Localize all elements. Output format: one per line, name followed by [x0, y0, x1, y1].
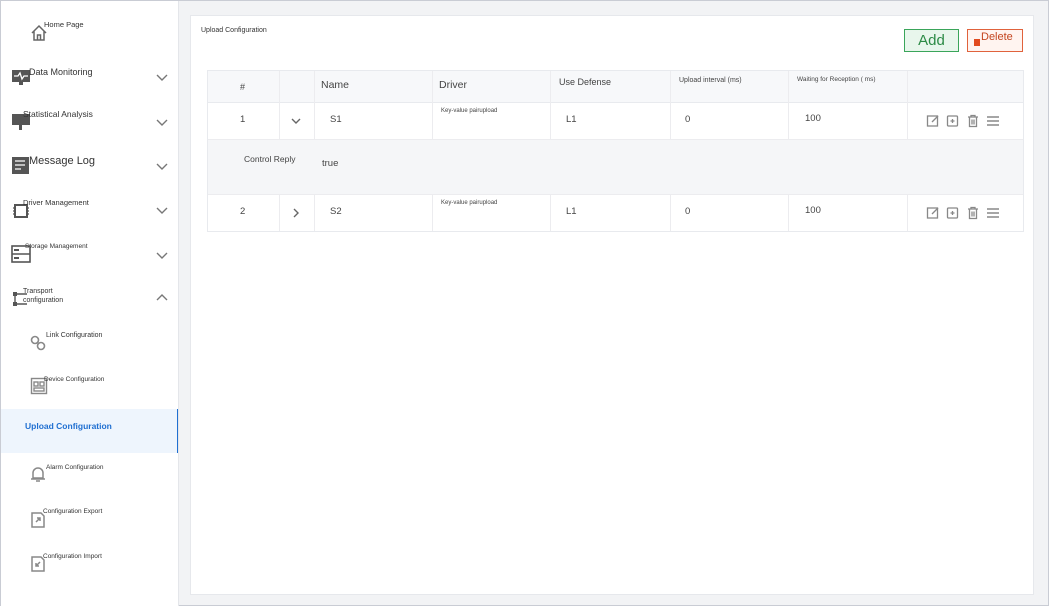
sidebar: Home Page Data Monitoring Statistical An… [1, 1, 179, 606]
chevron-down-icon[interactable] [155, 248, 169, 262]
trash-icon[interactable] [966, 114, 980, 128]
row-actions [926, 206, 1000, 220]
row-name: S1 [330, 114, 342, 125]
sidebar-item-label: Transport configuration [23, 288, 64, 304]
table-header-row: # Name Driver Use Defense Upload interva… [208, 71, 1023, 103]
main-panel: Upload Configuration Add Delete # Name D… [190, 15, 1034, 595]
sidebar-item-label: Home Page [44, 20, 84, 29]
header-index: # [240, 82, 246, 92]
header-waiting-reception: Waiting for Reception ( ms) [797, 76, 876, 83]
add-button[interactable]: Add [904, 29, 959, 52]
page-title: Upload Configuration [201, 27, 267, 34]
sidebar-item-driver-management[interactable]: Driver Management [1, 189, 178, 233]
column-divider [907, 71, 908, 139]
sidebar-subitem-device-configuration[interactable]: Device Configuration [1, 365, 178, 409]
sidebar-subitem-upload-configuration[interactable]: Upload Configuration [1, 409, 178, 453]
sidebar-item-message-log[interactable]: Message Log [1, 145, 178, 189]
column-divider [432, 71, 433, 139]
column-divider [432, 195, 433, 231]
sidebar-item-label: Data Monitoring [29, 67, 93, 77]
sidebar-subitem-label: Upload Configuration [25, 421, 112, 431]
detail-label: Control Reply [244, 154, 296, 164]
table-row[interactable]: 2 S2 Key-value pairupload L1 0 100 [208, 195, 1023, 231]
column-divider [279, 195, 280, 231]
column-divider [670, 195, 671, 231]
chevron-down-icon[interactable] [155, 115, 169, 129]
sidebar-item-label: Driver Management [23, 198, 89, 207]
row-actions [926, 114, 1000, 128]
row-use-defense: L1 [566, 114, 577, 125]
sidebar-item-label: Storage Management [25, 243, 88, 250]
link-icon [29, 334, 47, 352]
sidebar-subitem-label: Link Configuration [46, 332, 103, 339]
sidebar-subitem-label: Device Configuration [44, 376, 105, 383]
sidebar-item-storage-management[interactable]: Storage Management [1, 233, 178, 277]
header-driver: Driver [439, 79, 467, 91]
delete-button-label: Delete [981, 31, 1013, 43]
row-waiting: 100 [805, 205, 821, 216]
chevron-up-icon[interactable] [155, 291, 169, 305]
row-upload-interval: 0 [685, 206, 691, 217]
detail-value: true [322, 158, 339, 169]
header-upload-interval: Upload interval (ms) [679, 77, 742, 84]
row-use-defense: L1 [566, 206, 577, 217]
row-upload-interval: 0 [685, 114, 691, 125]
chevron-down-icon[interactable] [155, 203, 169, 217]
column-divider [670, 71, 671, 139]
trash-icon[interactable] [966, 206, 980, 220]
table-row[interactable]: 1 S1 Key-value pairupload L1 0 100 [208, 103, 1023, 139]
row-index: 2 [240, 206, 246, 217]
log-icon [11, 155, 31, 175]
sidebar-subitem-label: Configuration Export [43, 508, 103, 515]
column-divider [788, 195, 789, 231]
sidebar-item-transport-configuration[interactable]: Transport configuration [1, 277, 178, 321]
sidebar-item-statistical-analysis[interactable]: Statistical Analysis [1, 101, 178, 145]
header-name: Name [321, 79, 350, 91]
sidebar-subitem-label: Configuration Import [43, 553, 102, 560]
row-waiting: 100 [805, 113, 821, 124]
sidebar-item-home[interactable]: Home Page [1, 9, 178, 53]
row-driver: Key-value pairupload [441, 200, 498, 206]
header-use-defense: Use Defense [559, 77, 612, 87]
column-divider [788, 71, 789, 139]
upload-config-table: # Name Driver Use Defense Upload interva… [207, 70, 1024, 232]
delete-button[interactable]: Delete [967, 29, 1023, 52]
chevron-right-icon[interactable] [290, 207, 302, 219]
row-index: 1 [240, 114, 246, 125]
sidebar-item-data-monitoring[interactable]: Data Monitoring [1, 57, 178, 101]
sidebar-subitem-configuration-export[interactable]: Configuration Export [1, 497, 178, 541]
sidebar-subitem-link-configuration[interactable]: Link Configuration [1, 321, 178, 365]
column-divider [907, 195, 908, 231]
sidebar-item-label: Message Log [29, 155, 96, 167]
chevron-down-icon[interactable] [290, 115, 302, 127]
edit-icon[interactable] [926, 114, 940, 128]
delete-icon [974, 39, 980, 46]
copy-icon[interactable] [946, 206, 960, 220]
chevron-down-icon[interactable] [155, 70, 169, 84]
edit-icon[interactable] [926, 206, 940, 220]
monitor-icon [11, 67, 31, 87]
list-icon[interactable] [986, 114, 1000, 128]
list-icon[interactable] [986, 206, 1000, 220]
sidebar-item-label: Statistical Analysis [23, 109, 93, 119]
row-name: S2 [330, 206, 342, 217]
sidebar-subitem-configuration-import[interactable]: Configuration Import [1, 541, 178, 585]
column-divider [550, 195, 551, 231]
row-expand-detail: Control Reply true [208, 139, 1023, 195]
column-divider [314, 71, 315, 139]
copy-icon[interactable] [946, 114, 960, 128]
column-divider [550, 71, 551, 139]
alarm-icon [29, 465, 47, 483]
chevron-down-icon[interactable] [155, 159, 169, 173]
column-divider [279, 71, 280, 139]
sidebar-subitem-alarm-configuration[interactable]: Alarm Configuration [1, 453, 178, 497]
sidebar-subitem-label: Alarm Configuration [46, 464, 104, 471]
row-driver: Key-value pairupload [441, 108, 498, 114]
column-divider [314, 195, 315, 231]
